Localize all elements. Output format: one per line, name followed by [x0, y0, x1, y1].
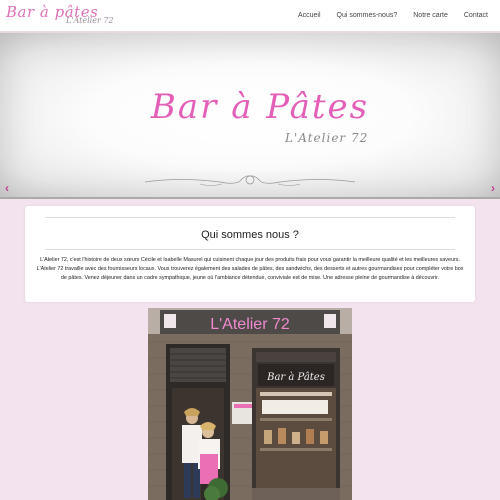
ornament-divider	[144, 175, 356, 186]
carousel-prev-icon[interactable]: ‹	[5, 181, 9, 195]
navbar: Bar à pâtes L'Atelier 72 Accueil Qui som…	[0, 0, 500, 33]
window-sign-text: Bar à Pâtes	[266, 372, 325, 383]
hero-subtitle: L'Atelier 72	[285, 131, 369, 145]
about-text: L'Atelier 72, c'est l'histoire de deux s…	[36, 257, 464, 281]
about-title: Qui sommes nous ?	[201, 229, 299, 241]
storefront-photo: L'Atelier 72 Bar à Pâtes	[148, 308, 352, 500]
nav-menu: Accueil Qui sommes-nous? Notre carte Con…	[290, 0, 496, 32]
shop-sign-text: L'Atelier 72	[210, 316, 290, 333]
nav-item-qui-sommes-nous[interactable]: Qui sommes-nous?	[329, 0, 406, 32]
nav-item-notre-carte[interactable]: Notre carte	[405, 0, 456, 32]
hero-carousel: Bar à Pâtes L'Atelier 72 ‹ ›	[0, 33, 500, 199]
brand-subtitle: L'Atelier 72	[66, 15, 114, 25]
about-section: Qui sommes nous ? L'Atelier 72, c'est l'…	[25, 206, 475, 302]
brand-logo[interactable]: Bar à pâtes L'Atelier 72	[6, 2, 126, 30]
nav-item-contact[interactable]: Contact	[456, 0, 496, 32]
nav-item-accueil[interactable]: Accueil	[290, 0, 329, 32]
hero-title: Bar à Pâtes	[150, 87, 370, 127]
carousel-bottom-border	[0, 197, 500, 199]
divider	[45, 249, 455, 250]
divider	[45, 217, 455, 218]
carousel-next-icon[interactable]: ›	[491, 181, 495, 195]
